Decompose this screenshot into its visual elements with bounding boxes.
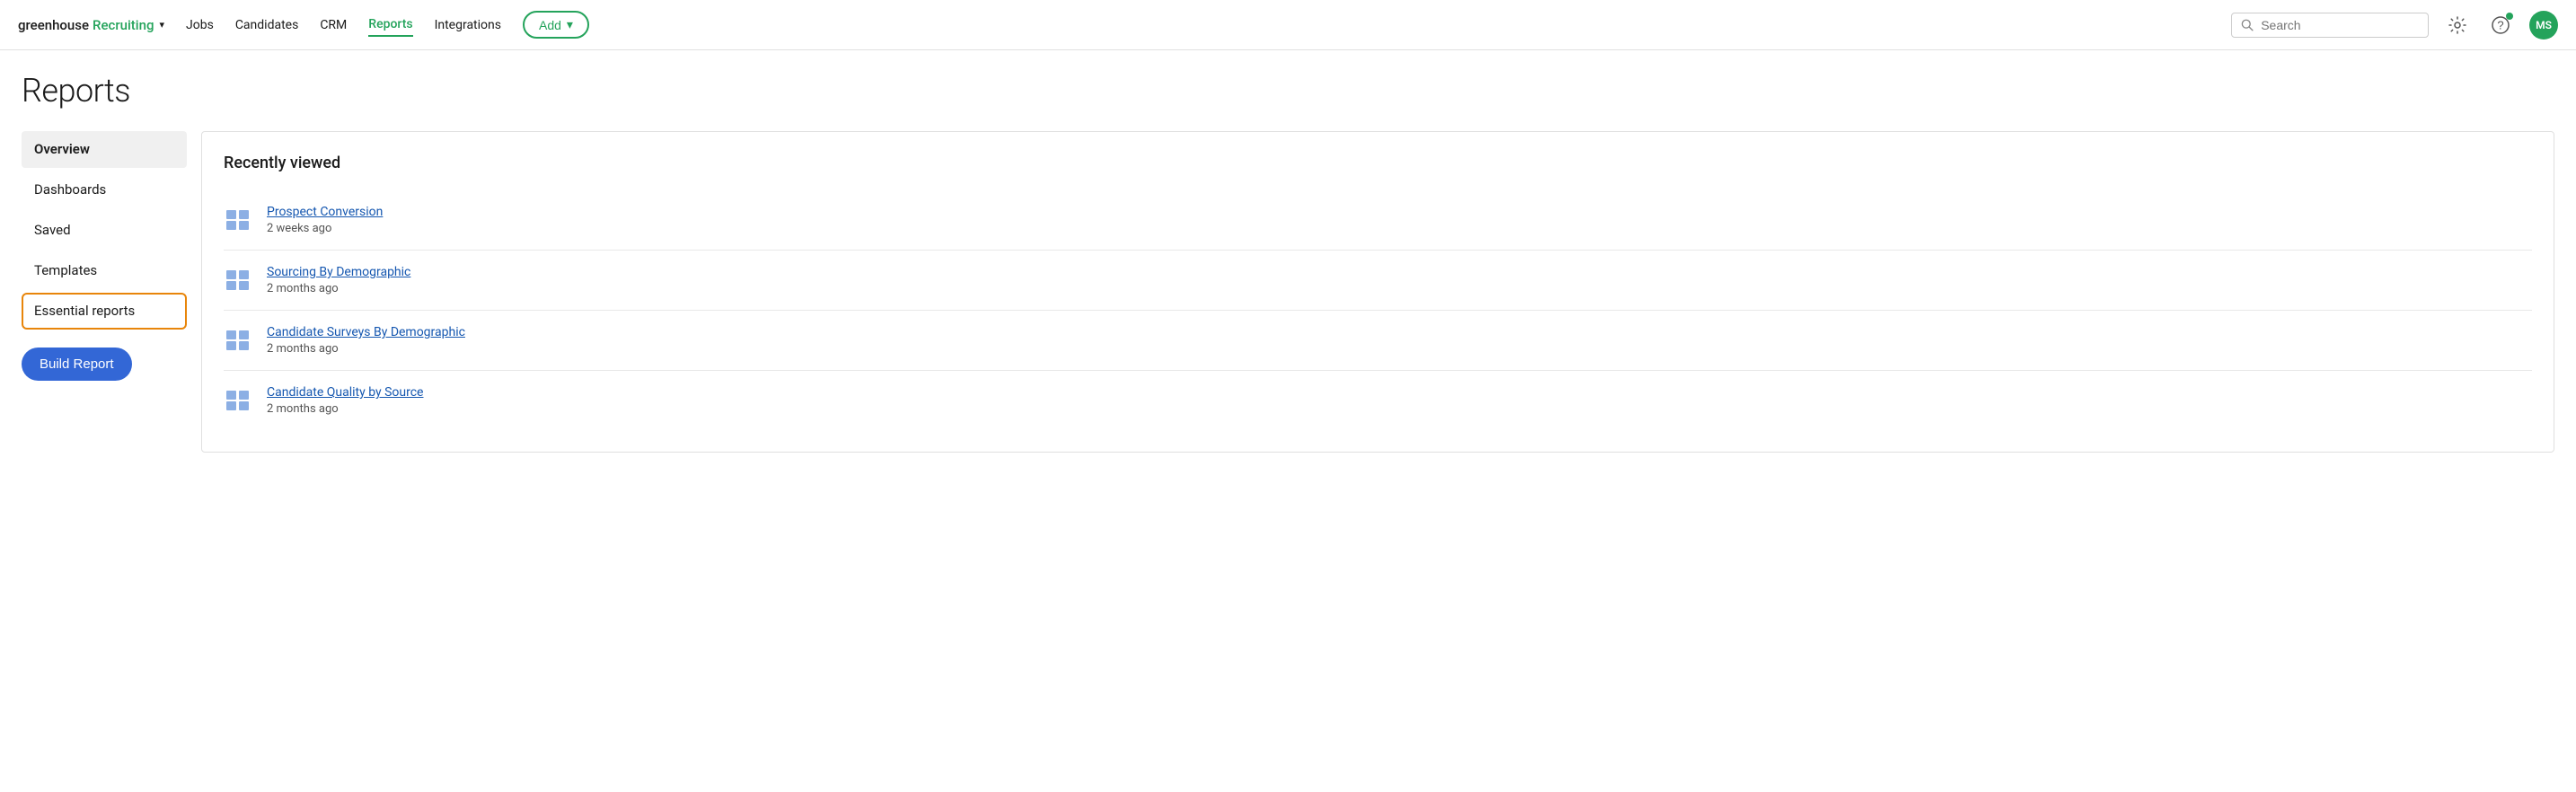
nav-jobs[interactable]: Jobs xyxy=(186,14,214,36)
top-nav: greenhouse Recruiting ▾ Jobs Candidates … xyxy=(0,0,2576,50)
grid-icon xyxy=(225,390,251,411)
report-icon-0 xyxy=(224,207,252,233)
report-icon-2 xyxy=(224,328,252,353)
report-item[interactable]: Candidate Surveys By Demographic 2 month… xyxy=(224,311,2532,371)
sidebar-essential-reports-label: Essential reports xyxy=(34,303,135,319)
sidebar-dashboards-label: Dashboards xyxy=(34,181,106,198)
sidebar-item-essential-reports[interactable]: Essential reports xyxy=(22,293,187,330)
build-report-button[interactable]: Build Report xyxy=(22,348,132,381)
search-input[interactable] xyxy=(2261,18,2419,32)
search-bar[interactable] xyxy=(2231,13,2429,38)
nav-links: Jobs Candidates CRM Reports Integrations… xyxy=(186,11,2210,39)
report-time-0: 2 weeks ago xyxy=(267,222,383,235)
report-time-2: 2 months ago xyxy=(267,342,465,356)
add-caret-icon: ▾ xyxy=(567,17,573,32)
report-name-3[interactable]: Candidate Quality by Source xyxy=(267,385,423,400)
sidebar-item-saved[interactable]: Saved xyxy=(22,212,187,249)
grid-icon xyxy=(225,209,251,231)
report-time-3: 2 months ago xyxy=(267,402,423,416)
search-icon xyxy=(2241,18,2254,32)
grid-icon xyxy=(225,330,251,351)
sidebar-saved-label: Saved xyxy=(34,222,71,238)
svg-text:?: ? xyxy=(2497,18,2503,31)
logo-caret-icon: ▾ xyxy=(159,19,164,31)
report-name-0[interactable]: Prospect Conversion xyxy=(267,205,383,219)
report-item[interactable]: Candidate Quality by Source 2 months ago xyxy=(224,371,2532,430)
report-name-1[interactable]: Sourcing By Demographic xyxy=(267,265,410,279)
logo-greenhouse: greenhouse xyxy=(18,17,89,33)
gear-icon xyxy=(2448,15,2467,35)
page-title: Reports xyxy=(22,72,2554,110)
report-item[interactable]: Prospect Conversion 2 weeks ago xyxy=(224,190,2532,251)
report-item[interactable]: Sourcing By Demographic 2 months ago xyxy=(224,251,2532,311)
help-button[interactable]: ? xyxy=(2486,11,2515,40)
grid-icon xyxy=(225,269,251,291)
nav-integrations[interactable]: Integrations xyxy=(435,14,501,36)
report-icon-1 xyxy=(224,268,252,293)
nav-crm[interactable]: CRM xyxy=(320,14,347,36)
report-info-3: Candidate Quality by Source 2 months ago xyxy=(267,385,423,416)
page-header: Reports xyxy=(0,50,2576,117)
main-content: Recently viewed Prospect Conversion 2 we… xyxy=(201,131,2554,453)
add-label: Add xyxy=(539,18,561,32)
sidebar-item-dashboards[interactable]: Dashboards xyxy=(22,172,187,208)
recently-viewed-title: Recently viewed xyxy=(224,154,2532,172)
sidebar-item-overview[interactable]: Overview xyxy=(22,131,187,168)
sidebar-item-templates[interactable]: Templates xyxy=(22,252,187,289)
sidebar: Overview Dashboards Saved Templates Esse… xyxy=(22,131,201,453)
report-info-0: Prospect Conversion 2 weeks ago xyxy=(267,205,383,235)
report-info-1: Sourcing By Demographic 2 months ago xyxy=(267,265,410,295)
logo-recruiting: Recruiting xyxy=(93,17,154,33)
avatar[interactable]: MS xyxy=(2529,11,2558,40)
settings-button[interactable] xyxy=(2443,11,2472,40)
logo[interactable]: greenhouse Recruiting ▾ xyxy=(18,17,164,33)
add-button[interactable]: Add ▾ xyxy=(523,11,589,39)
report-name-2[interactable]: Candidate Surveys By Demographic xyxy=(267,325,465,339)
nav-right: ? MS xyxy=(2231,11,2558,40)
report-time-1: 2 months ago xyxy=(267,282,410,295)
sidebar-overview-label: Overview xyxy=(34,141,90,157)
sidebar-templates-label: Templates xyxy=(34,262,97,278)
report-info-2: Candidate Surveys By Demographic 2 month… xyxy=(267,325,465,356)
report-icon-3 xyxy=(224,388,252,413)
help-icon: ? xyxy=(2491,15,2510,35)
nav-candidates[interactable]: Candidates xyxy=(235,14,299,36)
nav-reports[interactable]: Reports xyxy=(368,13,412,37)
report-list: Prospect Conversion 2 weeks ago Sourcing… xyxy=(224,190,2532,430)
page-body: Overview Dashboards Saved Templates Esse… xyxy=(0,117,2576,467)
